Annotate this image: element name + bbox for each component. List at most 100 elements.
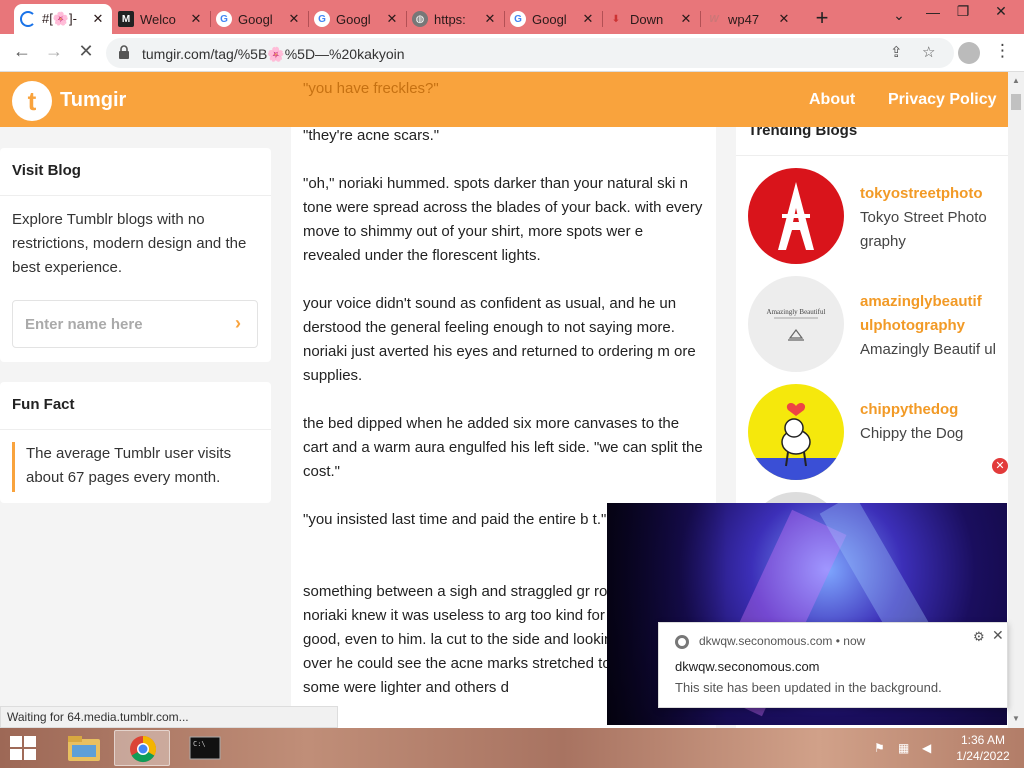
tab-google-1[interactable]: G Googl ✕ bbox=[210, 4, 308, 34]
globe-icon: ◍ bbox=[412, 11, 428, 27]
chrome-taskbar-icon[interactable] bbox=[114, 730, 170, 766]
m-logo-icon: M bbox=[118, 11, 134, 27]
notification-title: dkwqw.seconomous.com bbox=[675, 659, 820, 674]
tab-strip: #[🌸]- ✕ M Welco ✕ G Googl ✕ G Googl ✕ ◍ … bbox=[0, 0, 1024, 34]
close-icon[interactable]: ✕ bbox=[482, 11, 498, 27]
tab-search-icon[interactable]: ⌄ bbox=[884, 7, 914, 24]
blog-handle[interactable]: tokyostreetphoto bbox=[860, 182, 994, 206]
visit-blog-card: Visit Blog Explore Tumblr blogs with no … bbox=[0, 148, 271, 362]
status-bar: Waiting for 64.media.tumblr.com... bbox=[0, 706, 338, 728]
close-icon[interactable]: ✕ bbox=[90, 11, 106, 27]
tab-title: Welco bbox=[140, 11, 176, 27]
tab-google-3[interactable]: G Googl ✕ bbox=[504, 4, 602, 34]
close-icon[interactable]: ✕ bbox=[678, 11, 694, 27]
blog-display-name: Tokyo Street Photo graphy bbox=[860, 209, 987, 250]
dog-icon bbox=[748, 403, 844, 480]
close-ad-icon[interactable]: ✕ bbox=[992, 458, 1008, 474]
new-tab-button[interactable]: + bbox=[810, 5, 834, 31]
menu-kebab-icon[interactable]: ⋮ bbox=[994, 41, 1011, 61]
taskbar: C:\ ⚑ ▦ ◀ 1:36 AM 1/24/2022 bbox=[0, 728, 1024, 768]
tab-wp[interactable]: W wp47 ✕ bbox=[700, 4, 798, 34]
notification-body: This site has been updated in the backgr… bbox=[675, 680, 942, 695]
fact-accent-bar bbox=[12, 442, 15, 492]
visit-blog-title: Visit Blog bbox=[0, 148, 271, 196]
tab-title: #[🌸]- bbox=[42, 11, 77, 26]
post-paragraph: "they're acne scars." bbox=[303, 127, 440, 144]
minimize-button[interactable]: — bbox=[918, 4, 948, 20]
clock-time: 1:36 AM bbox=[960, 733, 1006, 747]
file-explorer-icon[interactable] bbox=[56, 730, 112, 766]
tab-google-2[interactable]: G Googl ✕ bbox=[308, 4, 406, 34]
tab-title: Googl bbox=[532, 11, 567, 27]
w-logo-icon: W bbox=[709, 13, 719, 25]
close-icon[interactable]: ✕ bbox=[776, 11, 792, 27]
blog-name-input[interactable]: Enter name here › bbox=[12, 300, 258, 348]
site-header: t Tumgir "you have freckles?" About Priv… bbox=[0, 72, 1008, 127]
notification-time: now bbox=[843, 634, 866, 648]
restore-button[interactable]: ❐ bbox=[948, 3, 978, 20]
stop-loading-icon[interactable]: ✕ bbox=[74, 41, 98, 62]
close-icon[interactable]: ✕ bbox=[286, 11, 302, 27]
bookmark-star-icon[interactable]: ☆ bbox=[922, 43, 935, 61]
divider bbox=[736, 155, 1008, 156]
fun-fact-card: Fun Fact The average Tumblr user visits … bbox=[0, 382, 271, 503]
clock-date: 1/24/2022 bbox=[956, 749, 1010, 763]
blog-handle[interactable]: chippythedog bbox=[860, 398, 994, 422]
system-clock[interactable]: 1:36 AM 1/24/2022 bbox=[948, 732, 1018, 764]
tab-download[interactable]: ⬇ Down ✕ bbox=[602, 4, 700, 34]
tab-active[interactable]: #[🌸]- ✕ bbox=[14, 4, 112, 34]
volume-icon[interactable]: ◀ bbox=[922, 741, 931, 755]
google-icon: G bbox=[314, 11, 330, 27]
back-arrow-icon[interactable]: ← bbox=[10, 41, 34, 62]
screen: #[🌸]- ✕ M Welco ✕ G Googl ✕ G Googl ✕ ◍ … bbox=[0, 0, 1024, 768]
amazinglybeautiful-avatar: Amazingly Beautiful bbox=[748, 276, 844, 372]
post-paragraph: your voice didn't sound as confident as … bbox=[303, 295, 696, 384]
scroll-thumb[interactable] bbox=[1011, 94, 1021, 110]
fun-fact-title: Fun Fact bbox=[0, 382, 271, 430]
close-icon[interactable]: ✕ bbox=[992, 627, 1004, 644]
profile-avatar-icon[interactable] bbox=[958, 42, 980, 64]
close-icon[interactable]: ✕ bbox=[384, 11, 400, 27]
blog-handle[interactable]: amazinglybeautif ulphotography bbox=[860, 290, 994, 338]
gear-icon[interactable]: ⚙ bbox=[973, 629, 985, 645]
download-icon: ⬇ bbox=[611, 13, 621, 25]
post-paragraph: "oh," noriaki hummed. spots darker than … bbox=[303, 175, 703, 264]
tab-title: Down bbox=[630, 11, 664, 27]
google-icon: G bbox=[216, 11, 232, 27]
google-icon: G bbox=[510, 11, 526, 27]
nav-about[interactable]: About bbox=[809, 91, 855, 109]
tower-logo-icon bbox=[778, 182, 814, 250]
command-prompt-icon[interactable]: C:\ bbox=[176, 730, 232, 766]
close-icon[interactable]: ✕ bbox=[580, 11, 596, 27]
post-quote-top: "you have freckles?" bbox=[303, 80, 439, 97]
tab-https[interactable]: ◍ https: ✕ bbox=[406, 4, 504, 34]
notification-separator: • bbox=[835, 634, 840, 648]
tab-title: Googl bbox=[336, 11, 371, 27]
tumgir-logo-icon[interactable]: t bbox=[12, 81, 52, 121]
chippythedog-avatar bbox=[748, 384, 844, 480]
address-bar[interactable]: tumgir.com/tag/%5B🌸%5D—%20kakyoin ⇪ ☆ bbox=[106, 38, 954, 68]
forward-arrow-icon[interactable]: → bbox=[42, 41, 66, 62]
tab-title: https: bbox=[434, 11, 466, 27]
flag-icon[interactable]: ⚑ bbox=[874, 741, 885, 755]
blog-display-name: Chippy the Dog bbox=[860, 425, 964, 442]
svg-text:C:\: C:\ bbox=[193, 740, 206, 748]
mountain-icon bbox=[774, 317, 818, 341]
tab-welcome[interactable]: M Welco ✕ bbox=[112, 4, 210, 34]
scroll-up-icon[interactable]: ▲ bbox=[1012, 76, 1020, 85]
chevron-right-icon[interactable]: › bbox=[235, 313, 241, 334]
site-notification[interactable]: dkwqw.seconomous.com • now ⚙ ✕ dkwqw.sec… bbox=[658, 622, 1008, 708]
close-icon[interactable]: ✕ bbox=[188, 11, 204, 27]
window-close-button[interactable]: ✕ bbox=[986, 3, 1016, 20]
lock-icon bbox=[119, 45, 129, 59]
share-icon[interactable]: ⇪ bbox=[890, 43, 903, 61]
url-text: tumgir.com/tag/%5B🌸%5D—%20kakyoin bbox=[142, 46, 405, 62]
site-name[interactable]: Tumgir bbox=[60, 89, 126, 112]
blog-display-name: Amazingly Beautif ul bbox=[860, 341, 996, 358]
scroll-down-icon[interactable]: ▼ bbox=[1012, 714, 1020, 723]
windows-start-icon[interactable] bbox=[10, 736, 38, 760]
blog-name-placeholder: Enter name here bbox=[25, 316, 143, 333]
page-scrollbar[interactable]: ▲ ▼ bbox=[1008, 72, 1024, 728]
network-icon[interactable]: ▦ bbox=[898, 741, 909, 755]
nav-privacy-policy[interactable]: Privacy Policy bbox=[888, 91, 997, 109]
